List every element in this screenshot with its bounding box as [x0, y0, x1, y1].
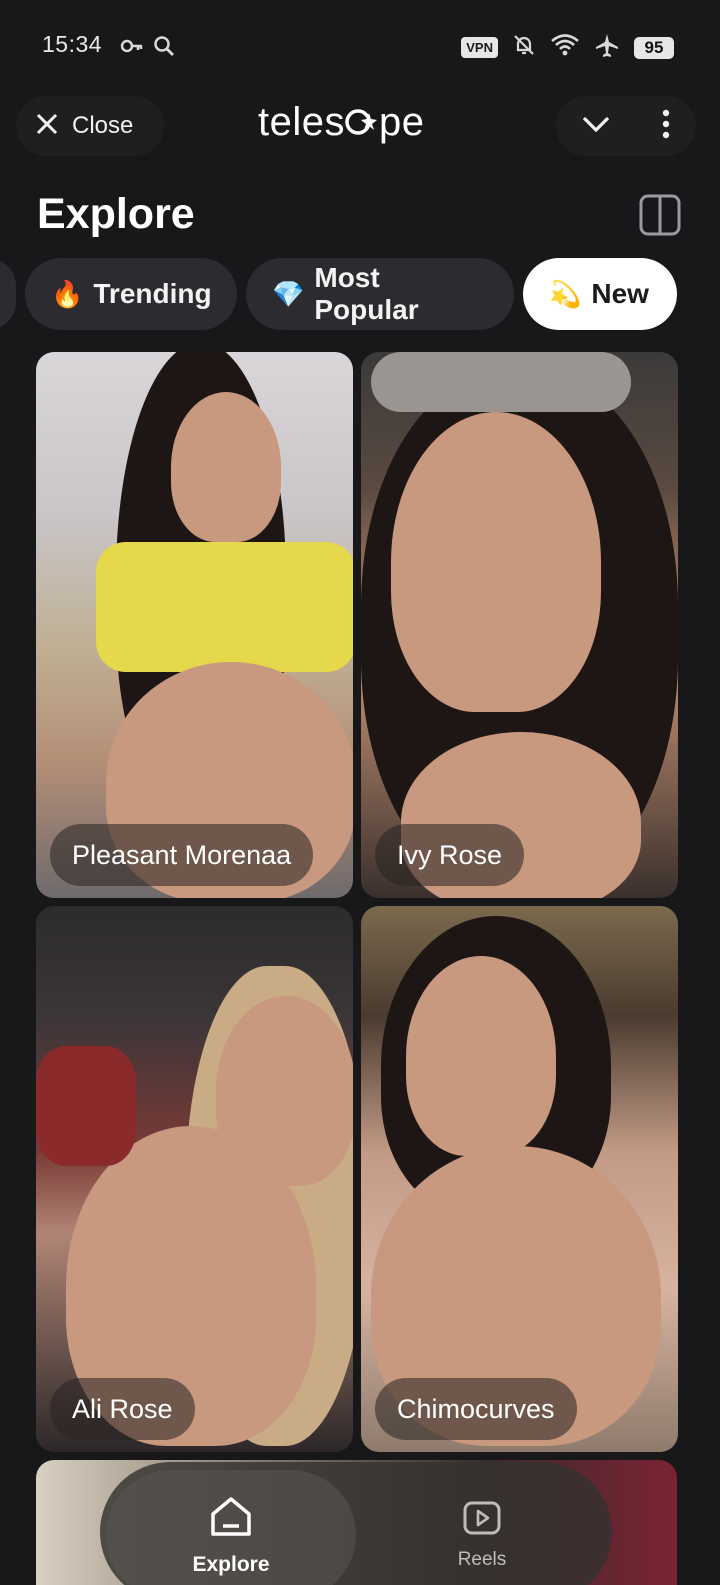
chip-partial[interactable]: [0, 258, 16, 330]
chip-most-popular[interactable]: 💎 Most Popular: [246, 258, 514, 330]
creator-card[interactable]: Pleasant Morenaa: [36, 352, 353, 898]
creator-card[interactable]: Ivy Rose: [361, 352, 678, 898]
status-bar: 15:34 VPN 95: [0, 0, 720, 92]
close-button[interactable]: Close: [16, 96, 164, 156]
creator-name: Pleasant Morenaa: [50, 824, 314, 886]
photo-face-shape: [391, 412, 601, 712]
brand-prefix: teles: [258, 100, 345, 144]
photo-face-shape: [406, 956, 556, 1156]
vpn-badge: VPN: [461, 37, 498, 58]
close-icon: [34, 111, 60, 142]
chip-label: New: [591, 278, 649, 309]
brand-logo: teles pe: [258, 100, 425, 145]
creator-photo: [36, 906, 353, 1452]
creator-photo: [36, 352, 353, 898]
creator-card[interactable]: Ali Rose: [36, 906, 353, 1452]
fire-icon: 🔥: [51, 278, 84, 309]
chip-label: Most Popular: [314, 262, 419, 325]
search-icon: [152, 34, 176, 63]
top-right-actions: [556, 96, 696, 156]
key-icon: [120, 36, 144, 61]
close-label: Close: [72, 112, 134, 139]
status-time: 15:34: [42, 31, 103, 57]
bottom-nav: Explore Reels: [100, 1462, 612, 1585]
creator-name: Chimocurves: [375, 1378, 577, 1440]
explore-screen: 15:34 VPN 95 Close teles pe Explore 🔥 Tr…: [0, 0, 720, 1585]
creator-card[interactable]: Chimocurves: [361, 906, 678, 1452]
page-title: Explore: [37, 190, 195, 238]
nav-label: Reels: [457, 1548, 507, 1570]
photo-shirt-shape: [96, 542, 353, 672]
creator-name: Ali Rose: [50, 1378, 195, 1440]
photo-red-shape: [36, 1046, 136, 1166]
layout-toggle-icon[interactable]: [639, 194, 681, 236]
filter-chips: 🔥 Trending 💎 Most Popular 💫 New: [0, 258, 720, 330]
nav-label: Explore: [192, 1552, 270, 1576]
more-options-icon[interactable]: [661, 109, 671, 144]
chip-label: Trending: [93, 278, 212, 309]
play-icon: [462, 1500, 502, 1541]
dizzy-star-icon: 💫: [549, 278, 582, 309]
creator-name: Ivy Rose: [375, 824, 525, 886]
chip-new[interactable]: 💫 New: [523, 258, 677, 330]
nav-reels[interactable]: Reels: [392, 1470, 572, 1585]
photo-headband-shape: [371, 352, 631, 412]
chevron-down-icon[interactable]: [581, 114, 611, 139]
nav-explore[interactable]: Explore: [106, 1470, 356, 1585]
bell-off-icon: [512, 33, 536, 62]
status-left-icons: [120, 34, 176, 63]
top-bar: Close teles pe: [0, 96, 720, 156]
photo-face-shape: [171, 392, 281, 542]
creator-photo: [361, 906, 678, 1452]
creator-photo: [361, 352, 678, 898]
brand-star-icon: [345, 104, 379, 138]
battery-icon: 95: [634, 36, 674, 59]
status-right-icons: VPN 95: [461, 32, 674, 63]
gem-icon: 💎: [272, 278, 305, 309]
home-icon: [208, 1494, 254, 1545]
wifi-icon: [550, 33, 580, 62]
chip-trending[interactable]: 🔥 Trending: [25, 258, 237, 330]
airplane-icon: [594, 32, 620, 63]
brand-suffix: pe: [379, 100, 425, 144]
